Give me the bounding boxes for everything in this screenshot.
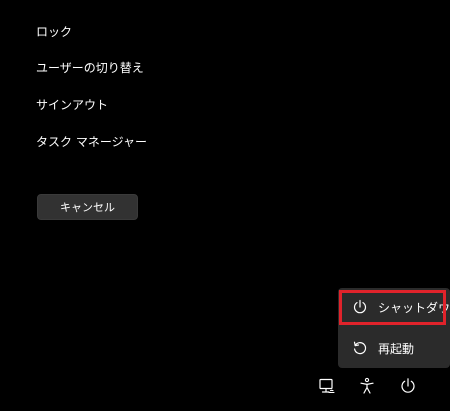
sign-out-option[interactable]: サインアウト	[36, 97, 108, 113]
restart-icon	[352, 340, 368, 356]
lock-option[interactable]: ロック	[36, 24, 72, 40]
power-icon	[352, 299, 368, 315]
cancel-button[interactable]: キャンセル	[37, 194, 138, 220]
restart-option[interactable]: 再起動	[338, 329, 450, 367]
task-manager-option[interactable]: タスク マネージャー	[36, 134, 147, 150]
switch-user-option[interactable]: ユーザーの切り替え	[36, 60, 144, 76]
restart-label: 再起動	[378, 341, 415, 356]
power-icon[interactable]	[399, 377, 417, 395]
shutdown-label: シャットダウン	[378, 300, 450, 315]
network-icon[interactable]	[318, 377, 336, 395]
power-options-menu: シャットダウン 再起動	[338, 288, 450, 368]
accessibility-icon[interactable]	[358, 377, 376, 395]
shutdown-option[interactable]: シャットダウン	[338, 288, 450, 326]
